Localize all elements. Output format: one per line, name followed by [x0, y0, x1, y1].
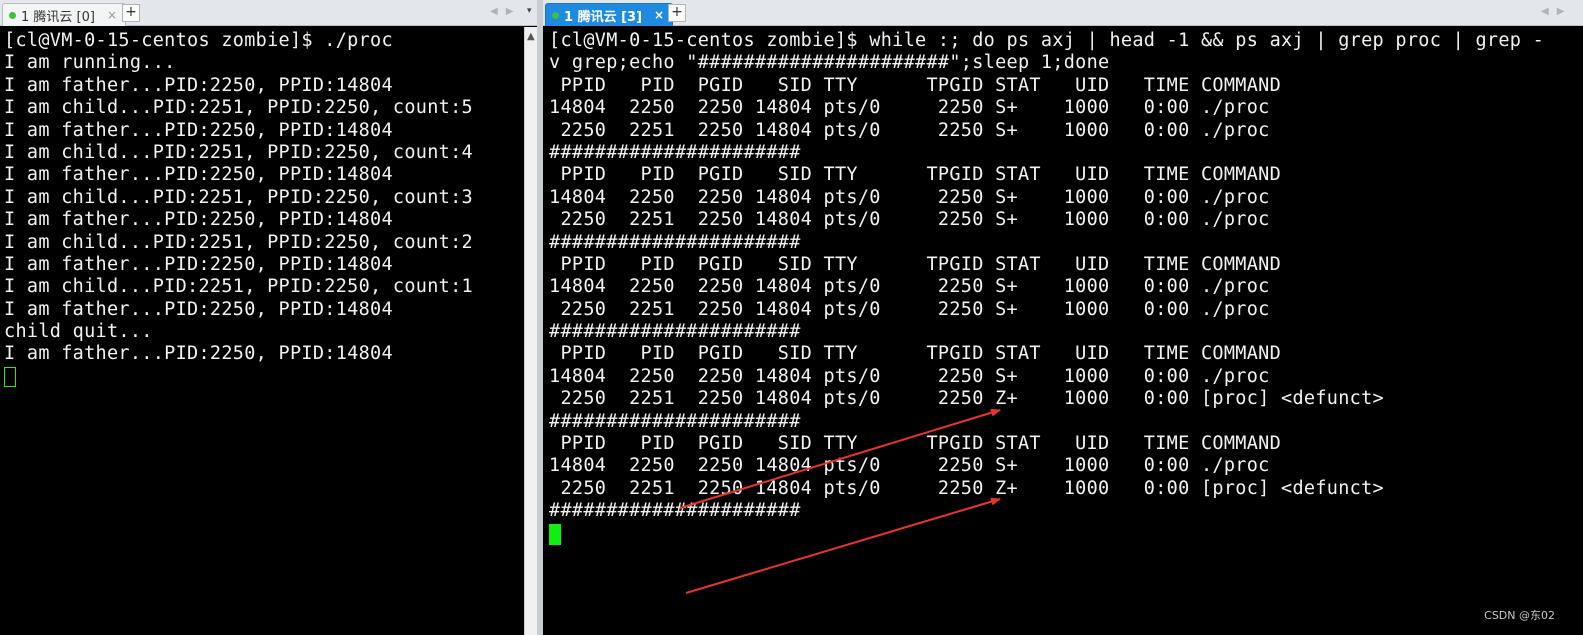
tab-label: 1 腾讯云 [3] — [564, 9, 643, 25]
left-tab-bar: 1 腾讯云 [0] × + ◀▶ ▾ — [0, 0, 542, 26]
terminal-line: 14804 2250 2250 14804 pts/0 2250 S+ 1000… — [549, 186, 1270, 208]
new-tab-button[interactable]: + — [668, 4, 686, 22]
terminal-line: ###################### — [549, 231, 801, 253]
terminal-line: PPID PID PGID SID TTY TPGID STAT UID TIM… — [549, 253, 1282, 275]
terminal-line: 14804 2250 2250 14804 pts/0 2250 S+ 1000… — [549, 455, 1270, 477]
terminal-line: I am child...PID:2251, PPID:2250, count:… — [4, 276, 473, 298]
terminal-line: ###################### — [549, 141, 801, 163]
terminal-line: PPID PID PGID SID TTY TPGID STAT UID TIM… — [549, 433, 1282, 455]
right-tab-bar: 1 腾讯云 [3] × + ◀▶ — [543, 0, 1583, 26]
terminal-line: 14804 2250 2250 14804 pts/0 2250 S+ 1000… — [549, 97, 1270, 119]
terminal-line: child quit... — [4, 321, 153, 343]
new-tab-button[interactable]: + — [122, 4, 140, 22]
close-tab-icon[interactable]: × — [654, 8, 664, 22]
terminal-line: 2250 2251 2250 14804 pts/0 2250 S+ 1000 … — [549, 209, 1270, 231]
tab-session-0[interactable]: 1 腾讯云 [0] × — [2, 3, 127, 26]
terminal-line: I am father...PID:2250, PPID:14804 — [4, 209, 393, 231]
terminal-line: v grep;echo "######################";sle… — [549, 52, 1110, 74]
terminal-line: I am father...PID:2250, PPID:14804 — [4, 74, 393, 96]
terminal-line: PPID PID PGID SID TTY TPGID STAT UID TIM… — [549, 343, 1282, 365]
terminal-line: I am father...PID:2250, PPID:14804 — [4, 119, 393, 141]
left-scrollbar[interactable]: ▲ — [524, 27, 537, 635]
terminal-line: I am child...PID:2251, PPID:2250, count:… — [4, 141, 473, 163]
tab-session-3[interactable]: 1 腾讯云 [3] × — [545, 3, 674, 26]
terminal-line: I am father...PID:2250, PPID:14804 — [4, 164, 393, 186]
terminal-cursor — [549, 524, 561, 545]
connection-status-icon — [552, 11, 559, 19]
terminal-line: I am father...PID:2250, PPID:14804 — [4, 253, 393, 275]
tab-label: 1 腾讯云 [0] — [21, 9, 95, 25]
terminal-line: [cl@VM-0-15-centos zombie]$ ./proc — [4, 30, 393, 51]
terminal-line: I am father...PID:2250, PPID:14804 — [4, 343, 393, 365]
scroll-up-icon[interactable]: ▲ — [527, 31, 535, 42]
terminal-output: [cl@VM-0-15-centos zombie]$ ./proc I am r… — [4, 30, 473, 366]
close-tab-icon[interactable]: × — [107, 8, 117, 22]
terminal-line: 2250 2251 2250 14804 pts/0 2250 Z+ 1000 … — [549, 477, 1384, 499]
terminal-line: ###################### — [549, 321, 801, 343]
terminal-cursor — [4, 367, 16, 387]
terminal-line: PPID PID PGID SID TTY TPGID STAT UID TIM… — [549, 74, 1282, 96]
watermark: CSDN @东02 — [1484, 609, 1555, 622]
terminal-line: PPID PID PGID SID TTY TPGID STAT UID TIM… — [549, 164, 1282, 186]
terminal-line: I am running... — [4, 52, 176, 74]
terminal-line: 2250 2251 2250 14804 pts/0 2250 Z+ 1000 … — [549, 388, 1384, 410]
tab-scroll-arrows[interactable]: ◀▶ — [490, 6, 521, 17]
terminal-output: [cl@VM-0-15-centos zombie]$ while :; do … — [549, 30, 1544, 523]
terminal-line: [cl@VM-0-15-centos zombie]$ while :; do … — [549, 30, 1545, 51]
connection-status-icon — [9, 11, 16, 19]
terminal-line: I am child...PID:2251, PPID:2250, count:… — [4, 231, 473, 253]
terminal-line: I am child...PID:2251, PPID:2250, count:… — [4, 97, 473, 119]
tab-menu-icon[interactable]: ▾ — [527, 6, 532, 16]
terminal-line: 14804 2250 2250 14804 pts/0 2250 S+ 1000… — [549, 276, 1270, 298]
left-terminal[interactable]: [cl@VM-0-15-centos zombie]$ ./proc I am r… — [0, 27, 524, 635]
right-terminal[interactable]: [cl@VM-0-15-centos zombie]$ while :; do … — [543, 27, 1583, 635]
terminal-line: 14804 2250 2250 14804 pts/0 2250 S+ 1000… — [549, 365, 1270, 387]
terminal-line: 2250 2251 2250 14804 pts/0 2250 S+ 1000 … — [549, 298, 1270, 320]
tab-scroll-arrows[interactable]: ◀▶ — [1541, 6, 1572, 17]
terminal-line: ###################### — [549, 500, 801, 522]
terminal-line: ###################### — [549, 410, 801, 432]
terminal-line: I am child...PID:2251, PPID:2250, count:… — [4, 186, 473, 208]
terminal-line: 2250 2251 2250 14804 pts/0 2250 S+ 1000 … — [549, 119, 1270, 141]
terminal-line: I am father...PID:2250, PPID:14804 — [4, 298, 393, 320]
